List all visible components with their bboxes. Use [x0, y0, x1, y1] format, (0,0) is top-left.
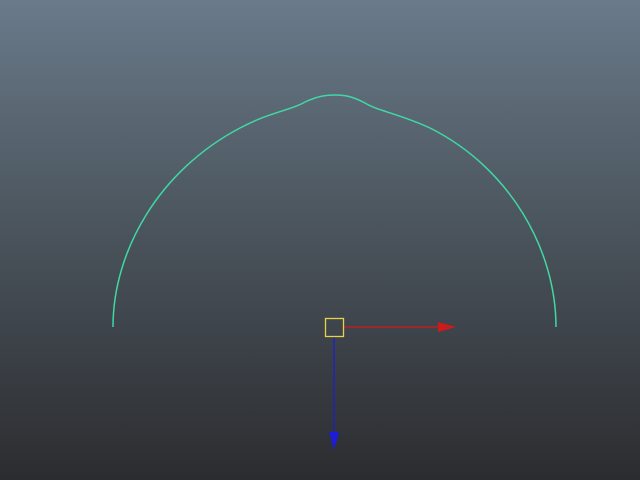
z-axis-arrow-icon[interactable] — [329, 432, 339, 450]
viewport-scene[interactable] — [0, 0, 640, 480]
manipulator-x-axis[interactable] — [343, 322, 456, 332]
manipulator-pivot-handle[interactable] — [324, 317, 345, 338]
3d-viewport[interactable] — [0, 0, 640, 480]
manipulator-z-axis[interactable] — [329, 336, 339, 450]
nurbs-curve[interactable] — [112, 94, 557, 328]
x-axis-arrow-icon[interactable] — [438, 322, 456, 332]
